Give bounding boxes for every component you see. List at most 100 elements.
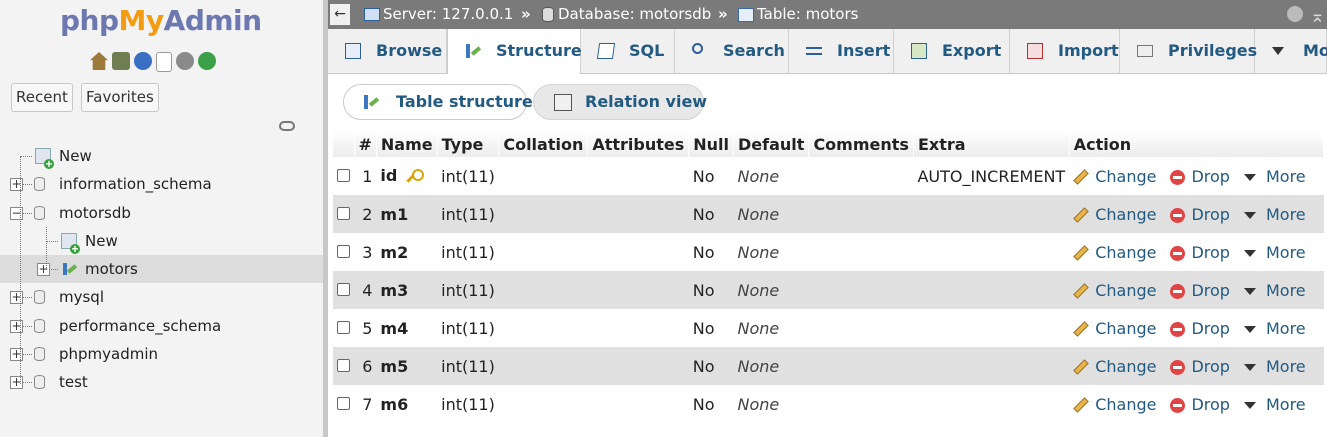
drop-button[interactable]: Drop <box>1170 281 1230 300</box>
row-checkbox[interactable] <box>337 244 350 258</box>
more-button[interactable]: More <box>1243 167 1306 186</box>
collapse-icon[interactable]: − <box>10 206 23 220</box>
tab-import[interactable]: Import <box>1010 29 1120 73</box>
header-null[interactable]: Null <box>688 131 735 157</box>
tree-item-mysql[interactable]: + mysql <box>0 283 323 311</box>
header-attributes[interactable]: Attributes <box>587 131 690 157</box>
database-icon[interactable] <box>34 290 45 305</box>
column-number: 5 <box>354 309 377 347</box>
tab-export[interactable]: Export <box>894 29 1010 73</box>
tree-item-information-schema[interactable]: + information_schema <box>0 170 323 198</box>
link-with-main-panel-icon[interactable] <box>279 121 295 131</box>
new-item-icon[interactable] <box>61 232 80 254</box>
more-button[interactable]: More <box>1243 357 1306 376</box>
row-checkbox[interactable] <box>337 396 350 410</box>
database-icon[interactable] <box>34 318 45 333</box>
more-button[interactable]: More <box>1243 243 1306 262</box>
tree-item-label[interactable]: New <box>59 142 92 170</box>
tab-privileges[interactable]: Privileges <box>1120 29 1257 73</box>
logout-icon[interactable] <box>112 52 130 70</box>
tree-item-label[interactable]: phpmyadmin <box>59 340 158 368</box>
tree-item-label[interactable]: motors <box>85 255 138 283</box>
tab-structure[interactable]: Structure <box>447 29 582 74</box>
database-icon[interactable] <box>34 205 45 220</box>
table-structure-subtab[interactable]: Table structure <box>343 84 533 120</box>
relation-view-subtab[interactable]: Relation view <box>533 84 707 120</box>
tree-item-label[interactable]: New <box>85 227 118 255</box>
header-comments[interactable]: Comments <box>808 131 914 157</box>
home-icon[interactable] <box>90 52 108 70</box>
breadcrumb-database[interactable]: Database: motorsdb <box>542 0 711 29</box>
database-icon[interactable] <box>34 375 45 390</box>
row-checkbox[interactable] <box>337 358 350 372</box>
drop-button[interactable]: Drop <box>1170 357 1230 376</box>
header-type[interactable]: Type <box>437 131 500 157</box>
tree-item-motors[interactable]: + motors <box>0 255 323 284</box>
row-checkbox[interactable] <box>337 320 350 334</box>
header-name[interactable]: Name <box>376 131 438 157</box>
expand-icon[interactable]: + <box>10 291 23 305</box>
documentation-icon[interactable] <box>156 52 172 72</box>
database-icon[interactable] <box>34 347 45 362</box>
column-name: m5 <box>380 356 409 376</box>
breadcrumb-server[interactable]: Server: 127.0.0.1 <box>364 0 513 29</box>
drop-button[interactable]: Drop <box>1170 243 1230 262</box>
new-item-icon[interactable] <box>35 148 54 169</box>
tree-item-test[interactable]: + test <box>0 368 323 396</box>
expand-icon[interactable]: + <box>10 319 23 333</box>
tab-search[interactable]: Search <box>675 29 789 73</box>
row-checkbox[interactable] <box>337 282 350 296</box>
change-button[interactable]: Change <box>1073 205 1156 224</box>
drop-button[interactable]: Drop <box>1170 319 1230 338</box>
more-button[interactable]: More <box>1243 319 1306 338</box>
expand-icon[interactable]: + <box>10 376 23 390</box>
header-number[interactable]: # <box>354 131 377 157</box>
change-button[interactable]: Change <box>1073 357 1156 376</box>
row-checkbox[interactable] <box>337 206 350 220</box>
table-icon[interactable] <box>61 261 77 277</box>
drop-button[interactable]: Drop <box>1170 205 1230 224</box>
tree-item-label[interactable]: information_schema <box>59 170 212 198</box>
reload-icon[interactable] <box>198 52 216 70</box>
tree-item-phpmyadmin[interactable]: + phpmyadmin <box>0 340 323 368</box>
change-button[interactable]: Change <box>1073 167 1156 186</box>
expand-icon[interactable]: + <box>10 178 23 192</box>
tree-item-label[interactable]: motorsdb <box>59 199 131 227</box>
more-button[interactable]: More <box>1243 205 1306 224</box>
help-icon[interactable] <box>134 52 152 70</box>
header-collation[interactable]: Collation <box>498 131 589 157</box>
header-extra[interactable]: Extra <box>913 131 1070 157</box>
change-button[interactable]: Change <box>1073 281 1156 300</box>
tree-item-motorsdb[interactable]: − motorsdb <box>0 199 323 227</box>
collapse-topbar-icon[interactable]: ⌅ <box>1310 2 1325 31</box>
tree-item-New[interactable]: New <box>0 227 323 255</box>
phpmyadmin-logo[interactable]: phpMyAdmin <box>60 4 262 37</box>
change-button[interactable]: Change <box>1073 243 1156 262</box>
header-default[interactable]: Default <box>733 131 810 157</box>
more-button[interactable]: More <box>1243 281 1306 300</box>
expand-icon[interactable]: + <box>37 263 50 277</box>
tree-item-label[interactable]: performance_schema <box>59 312 221 340</box>
expand-icon[interactable]: + <box>10 348 23 362</box>
tree-item-label[interactable]: mysql <box>59 283 104 311</box>
tab-more[interactable]: More <box>1255 29 1327 73</box>
recent-button[interactable]: Recent <box>11 83 73 112</box>
change-button[interactable]: Change <box>1073 319 1156 338</box>
drop-button[interactable]: Drop <box>1170 395 1230 414</box>
tree-item-label[interactable]: test <box>59 368 88 396</box>
collapse-navigation-button[interactable]: ← <box>330 4 350 25</box>
breadcrumb-table[interactable]: Table: motors <box>738 0 858 29</box>
database-icon[interactable] <box>34 177 45 192</box>
more-button[interactable]: More <box>1243 395 1306 414</box>
drop-button[interactable]: Drop <box>1170 167 1230 186</box>
tab-browse[interactable]: Browse <box>328 29 447 73</box>
tab-sql[interactable]: SQL <box>581 29 675 73</box>
tab-insert[interactable]: Insert <box>789 29 894 73</box>
page-settings-gear-icon[interactable] <box>1287 6 1303 22</box>
settings-gear-icon[interactable] <box>176 52 194 70</box>
favorites-button[interactable]: Favorites <box>81 83 159 112</box>
tree-item-New[interactable]: New <box>0 142 323 170</box>
tree-item-performance-schema[interactable]: + performance_schema <box>0 312 323 340</box>
row-checkbox[interactable] <box>337 168 350 182</box>
change-button[interactable]: Change <box>1073 395 1156 414</box>
